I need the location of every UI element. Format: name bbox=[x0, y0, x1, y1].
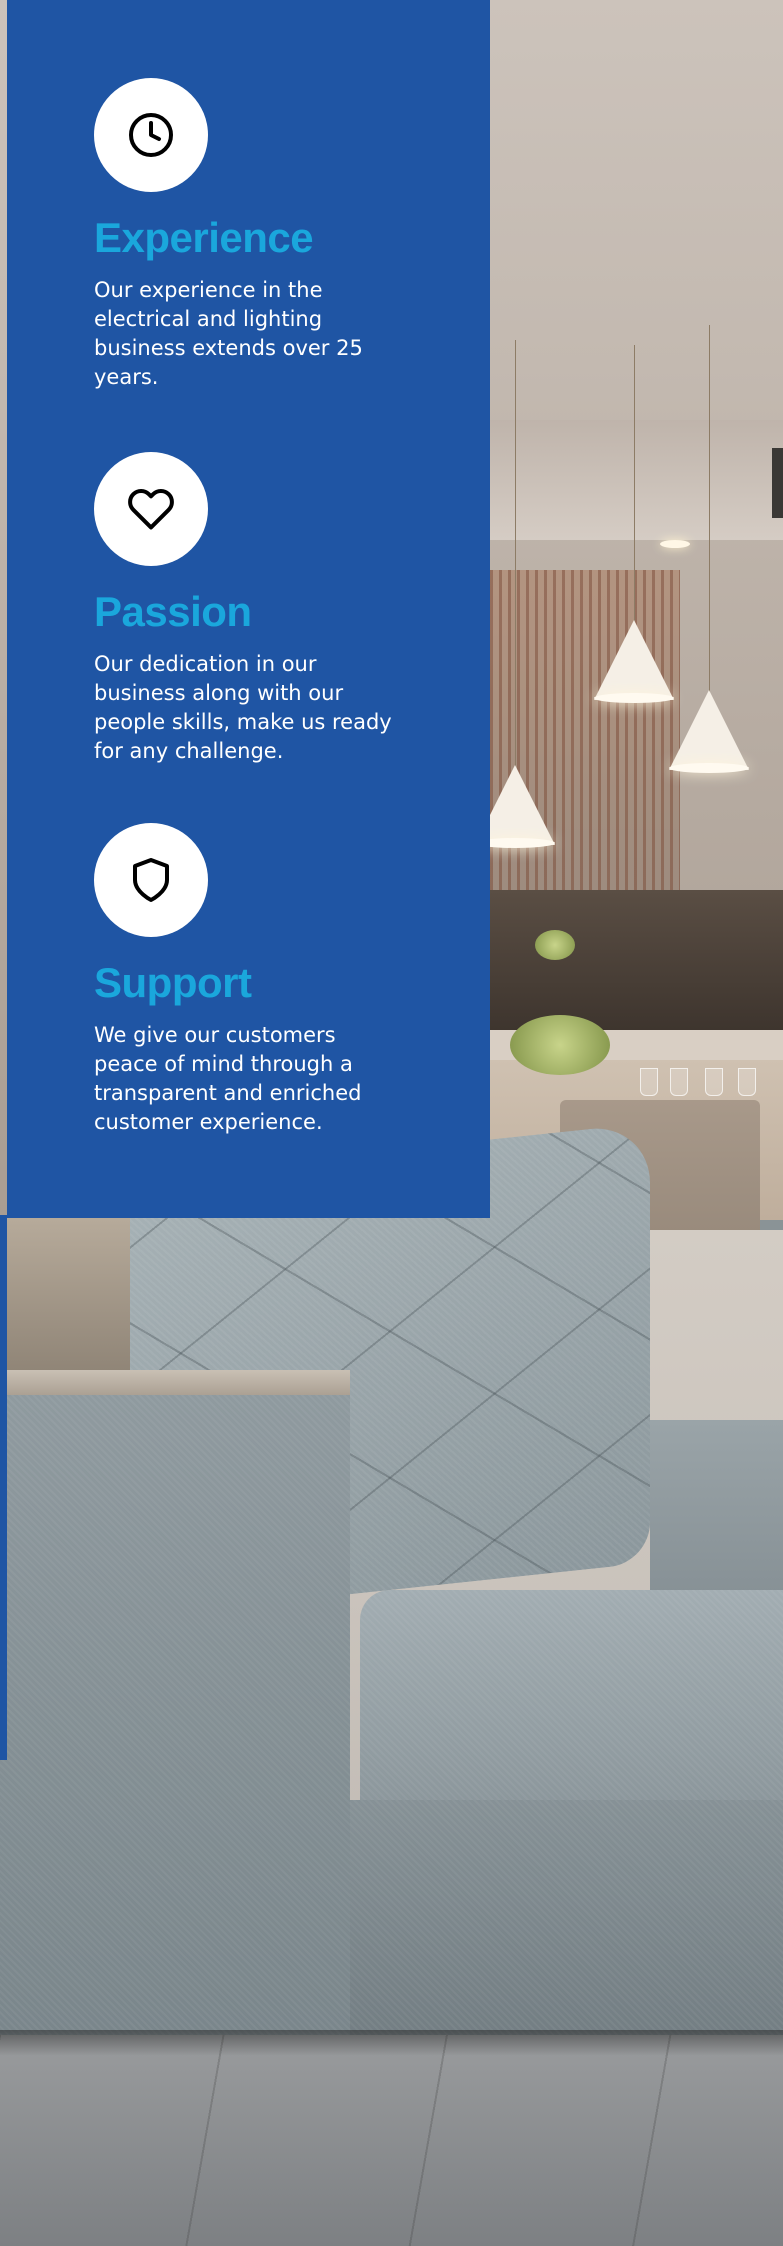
feature-description: Our experience in the electrical and lig… bbox=[94, 278, 363, 389]
ceiling-band bbox=[490, 420, 783, 540]
feature-icon-circle bbox=[94, 78, 208, 192]
heart-icon bbox=[128, 489, 174, 530]
left-accent-strip bbox=[0, 1215, 7, 1760]
sofa-seat-cushion bbox=[360, 1590, 783, 1810]
flower-arrangement bbox=[510, 1015, 610, 1075]
ceiling-downlight bbox=[660, 540, 690, 548]
pendant-wire bbox=[709, 325, 710, 695]
dark-cabinet bbox=[490, 890, 783, 1030]
pendant-wire bbox=[634, 345, 635, 625]
feature-description: Our dedication in our business along wit… bbox=[94, 652, 392, 763]
feature-title: Experience bbox=[94, 214, 314, 261]
feature-experience: Experience Our experience in the electri… bbox=[94, 78, 414, 392]
wine-glass bbox=[640, 1068, 658, 1096]
pendant-lamp bbox=[594, 620, 674, 700]
feature-icon-circle bbox=[94, 823, 208, 937]
feature-icon-circle bbox=[94, 452, 208, 566]
sofa-back-cushion bbox=[0, 1215, 150, 1375]
feature-support: Support We give our customers peace of m… bbox=[94, 823, 414, 1137]
floor-shadow bbox=[0, 2030, 783, 2056]
pendant-glow bbox=[594, 693, 674, 703]
shield-icon bbox=[133, 858, 169, 902]
pendant-wire bbox=[515, 340, 516, 770]
clock-icon bbox=[129, 113, 173, 157]
feature-description: We give our customers peace of mind thro… bbox=[94, 1023, 362, 1134]
wine-glass bbox=[705, 1068, 723, 1096]
sofa-base bbox=[340, 1800, 783, 2035]
pendant-glow bbox=[669, 763, 749, 773]
wine-glass bbox=[670, 1068, 688, 1096]
sofa-arm bbox=[0, 1395, 350, 2035]
feature-title: Support bbox=[94, 959, 252, 1006]
feature-title: Passion bbox=[94, 588, 252, 635]
wall-vent bbox=[772, 448, 783, 518]
feature-passion: Passion Our dedication in our business a… bbox=[94, 452, 414, 766]
floor-boards bbox=[0, 2030, 783, 2246]
wine-glass bbox=[738, 1068, 756, 1096]
flower-arrangement bbox=[535, 930, 575, 960]
features-panel: Experience Our experience in the electri… bbox=[7, 0, 490, 1218]
pendant-lamp bbox=[669, 690, 749, 770]
